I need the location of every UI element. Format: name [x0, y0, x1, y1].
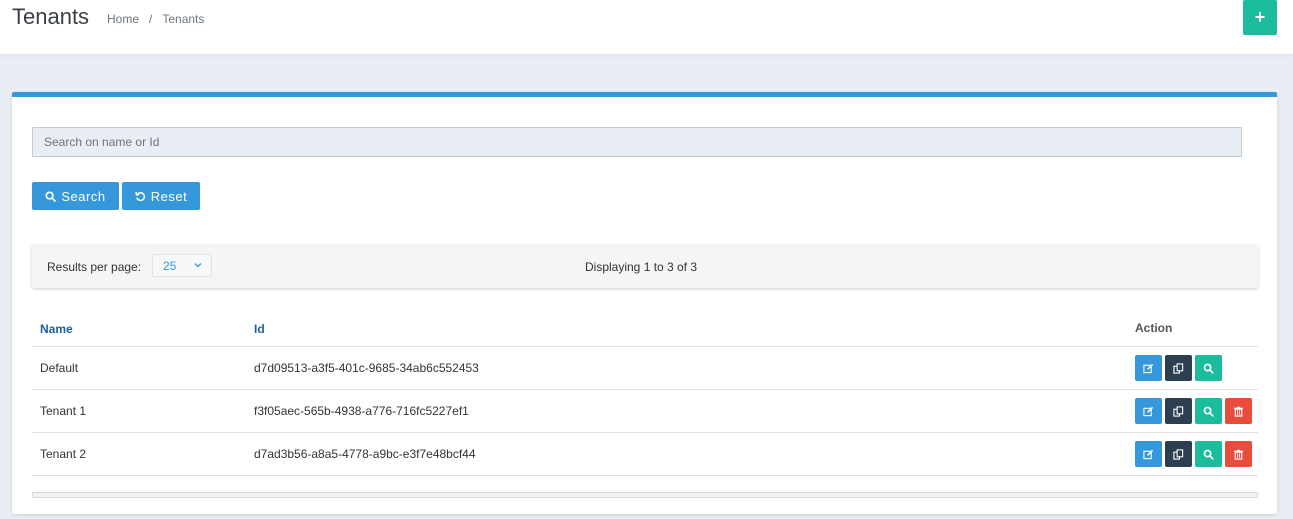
- search-icon: [1203, 363, 1214, 374]
- trash-icon: [1233, 406, 1244, 417]
- edit-icon: [1143, 449, 1154, 459]
- search-icon: [45, 190, 57, 202]
- edit-button[interactable]: [1135, 398, 1162, 424]
- displaying-count: Displaying 1 to 3 of 3: [585, 260, 698, 274]
- table-row: Tenant 2 d7ad3b56-a8a5-4778-a9bc-e3f7e48…: [32, 433, 1258, 476]
- breadcrumb-separator: /: [149, 12, 153, 26]
- tenant-id: d7ad3b56-a8a5-4778-a9bc-e3f7e48bcf44: [254, 447, 476, 461]
- breadcrumb-current: Tenants: [162, 12, 205, 26]
- chevron-down-icon: [194, 263, 202, 268]
- tenant-name: Tenant 1: [40, 404, 87, 418]
- results-per-page-select[interactable]: 25: [152, 254, 212, 277]
- add-tenant-button[interactable]: +: [1243, 0, 1277, 35]
- breadcrumb-home[interactable]: Home: [107, 12, 139, 26]
- breadcrumb: Home / Tenants: [107, 12, 204, 26]
- search-button-label: Search: [61, 188, 106, 204]
- tenant-id: f3f05aec-565b-4938-a776-716fc5227ef1: [254, 404, 469, 418]
- delete-button[interactable]: [1225, 441, 1252, 467]
- row-actions: [1135, 355, 1222, 381]
- page-title: Tenants: [12, 4, 90, 29]
- tenant-name: Default: [40, 361, 79, 375]
- copy-button[interactable]: [1165, 398, 1192, 424]
- table-header: Name Id Action: [32, 309, 1258, 347]
- delete-button[interactable]: [1225, 398, 1252, 424]
- search-button[interactable]: Search: [32, 182, 119, 210]
- search-icon: [1203, 449, 1214, 460]
- tenants-table: Name Id Action Default d7d09513-a3f5-401…: [32, 309, 1258, 476]
- tenant-name: Tenant 2: [40, 447, 87, 461]
- horizontal-scrollbar[interactable]: [32, 492, 1258, 498]
- column-header-action: Action: [1135, 321, 1173, 335]
- edit-icon: [1143, 363, 1154, 373]
- undo-icon: [135, 191, 145, 201]
- top-bar: Tenants Home / Tenants +: [0, 0, 1293, 55]
- results-per-page-value: 25: [163, 258, 177, 273]
- row-actions: [1135, 441, 1252, 467]
- pagination-bar: Results per page: 25 Displaying 1 to 3 o…: [32, 245, 1258, 288]
- plus-icon: +: [1254, 7, 1266, 27]
- search-icon: [1203, 406, 1214, 417]
- edit-icon: [1143, 406, 1154, 416]
- reset-button-label: Reset: [150, 188, 188, 204]
- copy-button[interactable]: [1165, 441, 1192, 467]
- copy-icon: [1173, 448, 1184, 460]
- search-input[interactable]: [32, 127, 1242, 157]
- edit-button[interactable]: [1135, 355, 1162, 381]
- table-row: Default d7d09513-a3f5-401c-9685-34ab6c55…: [32, 347, 1258, 390]
- results-per-page-label: Results per page:: [47, 260, 142, 274]
- tenants-card: Search Reset Results per page: 25 Displa…: [12, 92, 1277, 514]
- row-actions: [1135, 398, 1252, 424]
- table-row: Tenant 1 f3f05aec-565b-4938-a776-716fc52…: [32, 390, 1258, 433]
- reset-button[interactable]: Reset: [122, 182, 200, 210]
- trash-icon: [1233, 449, 1244, 460]
- column-header-id[interactable]: Id: [254, 322, 265, 336]
- copy-icon: [1173, 362, 1184, 374]
- column-header-name[interactable]: Name: [40, 322, 73, 336]
- tenant-id: d7d09513-a3f5-401c-9685-34ab6c552453: [254, 361, 479, 375]
- edit-button[interactable]: [1135, 441, 1162, 467]
- copy-icon: [1173, 405, 1184, 417]
- view-button[interactable]: [1195, 398, 1222, 424]
- view-button[interactable]: [1195, 441, 1222, 467]
- view-button[interactable]: [1195, 355, 1222, 381]
- copy-button[interactable]: [1165, 355, 1192, 381]
